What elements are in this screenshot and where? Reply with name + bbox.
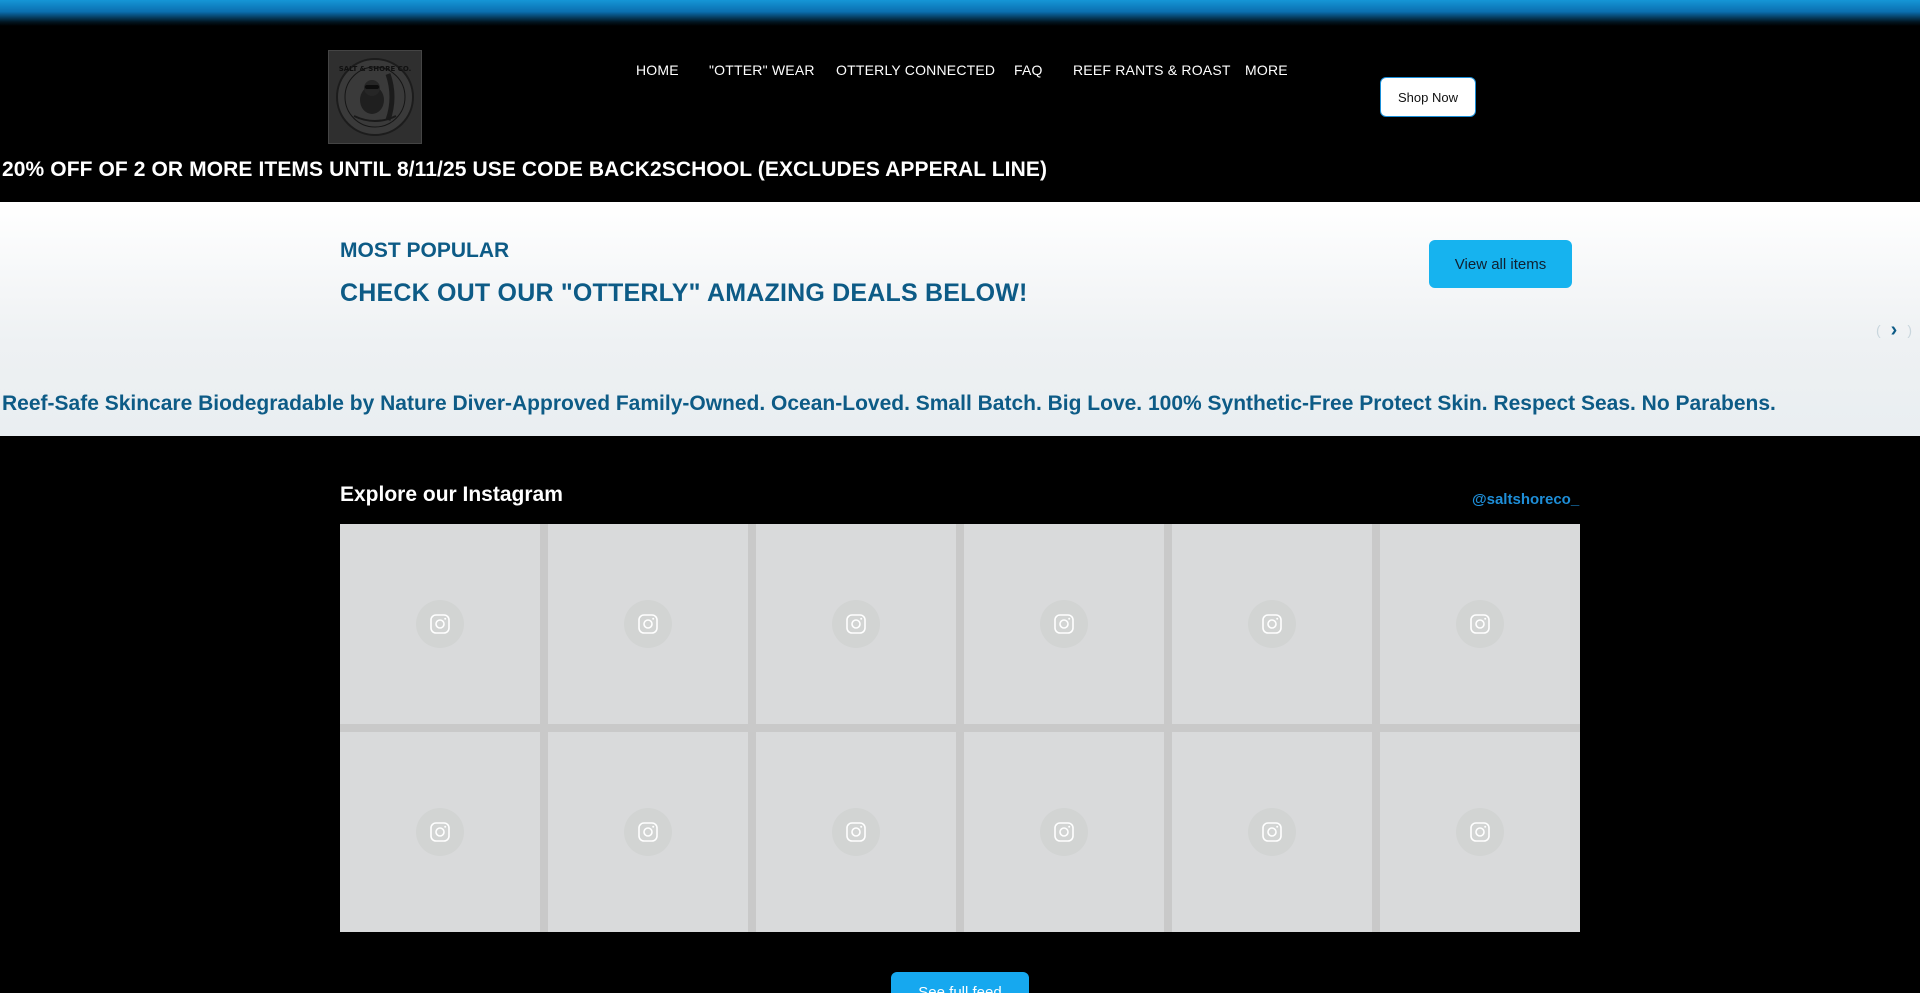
instagram-tile[interactable]: [1380, 732, 1580, 932]
carousel-next-button[interactable]: ( › ): [1876, 320, 1912, 340]
instagram-handle-link[interactable]: @saltshoreco_: [1472, 491, 1579, 508]
most-popular-section: MOST POPULAR CHECK OUT OUR "OTTERLY" AMA…: [0, 202, 1920, 436]
instagram-tile[interactable]: [964, 524, 1164, 724]
carousel-bracket-right: ): [1907, 322, 1912, 338]
chevron-right-icon: ›: [1890, 319, 1898, 341]
benefits-marquee: Reef-Safe Skincare Biodegradable by Natu…: [2, 392, 1776, 415]
instagram-title: Explore our Instagram: [340, 483, 563, 506]
instagram-tile[interactable]: [1172, 524, 1372, 724]
instagram-tile[interactable]: [340, 732, 540, 932]
section-eyebrow: MOST POPULAR: [340, 239, 510, 262]
instagram-icon: [416, 600, 464, 648]
instagram-icon: [624, 808, 672, 856]
instagram-tile[interactable]: [1380, 524, 1580, 724]
nav-item-home[interactable]: HOME: [636, 62, 679, 78]
instagram-tile[interactable]: [340, 524, 540, 724]
instagram-icon: [1456, 600, 1504, 648]
instagram-icon: [1040, 600, 1088, 648]
nav-item-faq[interactable]: FAQ: [1014, 62, 1043, 78]
nav-item-otter-wear[interactable]: "OTTER" WEAR: [709, 62, 815, 78]
instagram-tile[interactable]: [548, 732, 748, 932]
nav-item-more[interactable]: MORE: [1245, 62, 1288, 78]
shop-now-button[interactable]: Shop Now: [1380, 77, 1476, 117]
instagram-icon: [832, 808, 880, 856]
nav-item-otterly-connected[interactable]: OTTERLY CONNECTED: [836, 62, 995, 78]
instagram-icon: [1248, 600, 1296, 648]
instagram-icon: [832, 600, 880, 648]
site-header: SALT & SHORE CO. HOME "OTTER" WEAR OTTER…: [0, 26, 1920, 144]
instagram-tile[interactable]: [756, 732, 956, 932]
instagram-tile[interactable]: [1172, 732, 1372, 932]
instagram-grid: [340, 524, 1580, 932]
instagram-icon: [1248, 808, 1296, 856]
section-heading: CHECK OUT OUR "OTTERLY" AMAZING DEALS BE…: [340, 279, 1028, 307]
instagram-icon: [1040, 808, 1088, 856]
instagram-icon: [416, 808, 464, 856]
top-gradient-strip: [0, 0, 1920, 26]
nav-item-reef-rants-roast[interactable]: REEF RANTS & ROAST: [1073, 62, 1231, 78]
instagram-icon: [1456, 808, 1504, 856]
carousel-bracket-left: (: [1876, 322, 1881, 338]
instagram-icon: [624, 600, 672, 648]
view-all-items-button[interactable]: View all items: [1429, 240, 1572, 288]
main-nav: HOME "OTTER" WEAR OTTERLY CONNECTED FAQ …: [0, 26, 1920, 116]
instagram-tile[interactable]: [756, 524, 956, 724]
instagram-tile[interactable]: [548, 524, 748, 724]
promo-banner: 20% OFF OF 2 OR MORE ITEMS UNTIL 8/11/25…: [2, 158, 1048, 181]
see-full-feed-button[interactable]: See full feed: [891, 972, 1029, 993]
instagram-tile[interactable]: [964, 732, 1164, 932]
